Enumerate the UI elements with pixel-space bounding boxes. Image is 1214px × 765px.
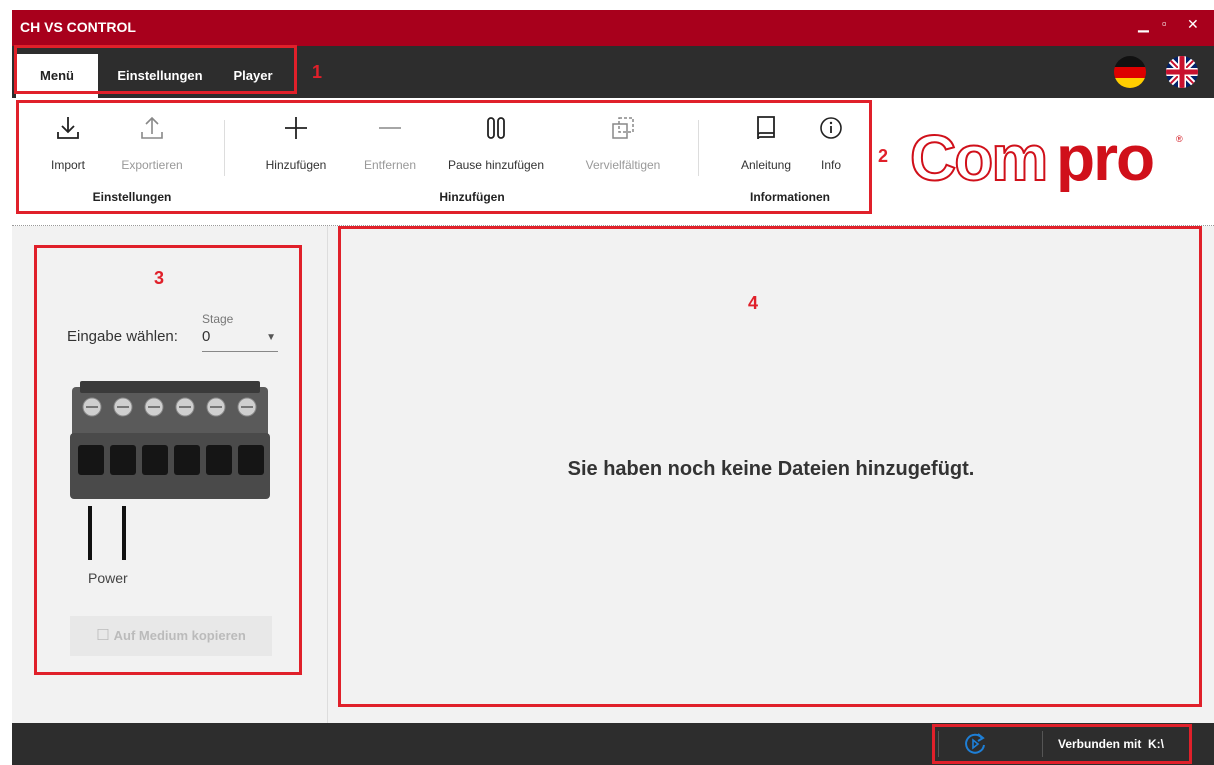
- annotation-box-3: [34, 245, 302, 675]
- compro-logo: Com pro ®: [909, 121, 1190, 195]
- svg-text:pro: pro: [1056, 122, 1153, 192]
- german-flag-icon[interactable]: [1114, 56, 1146, 88]
- annotation-box-2: [16, 100, 872, 214]
- app-window: CH VS CONTROL ▁ ▫ ✕ Menü Einstellungen P…: [0, 0, 1214, 765]
- annotation-number-3: 3: [154, 268, 165, 288]
- svg-text:Com: Com: [910, 122, 1046, 192]
- annotation-box-1: [14, 45, 297, 94]
- annotation-box-status: [932, 724, 1192, 764]
- annotation-number-4: 4: [748, 293, 759, 313]
- title-bar: CH VS CONTROL ▁ ▫ ✕: [12, 10, 1214, 46]
- annotation-box-4: [338, 226, 1202, 707]
- annotation-number-2: 2: [878, 146, 889, 166]
- annotation-number-1: 1: [312, 62, 323, 82]
- svg-text:®: ®: [1176, 134, 1183, 144]
- window-title: CH VS CONTROL: [20, 19, 136, 35]
- uk-flag-icon[interactable]: [1166, 56, 1198, 88]
- minimize-icon[interactable]: ▁: [1138, 16, 1149, 33]
- app-frame: CH VS CONTROL ▁ ▫ ✕ Menü Einstellungen P…: [12, 10, 1214, 765]
- close-icon[interactable]: ✕: [1187, 16, 1199, 33]
- window-edge: [0, 0, 12, 765]
- maximize-icon[interactable]: ▫: [1162, 16, 1167, 31]
